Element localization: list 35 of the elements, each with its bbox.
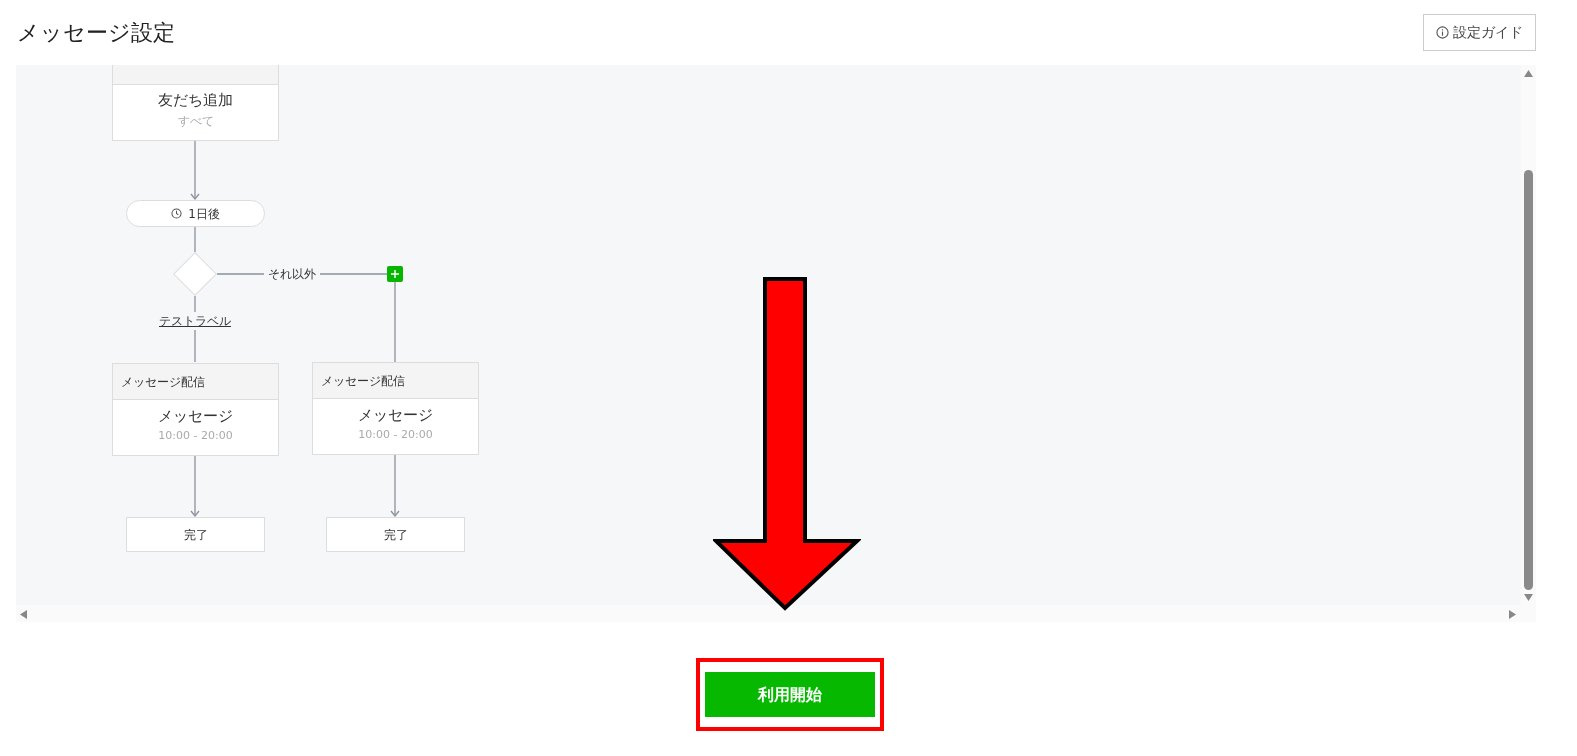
scroll-left-icon[interactable] <box>20 610 27 619</box>
page-title: メッセージ設定 <box>17 19 175 47</box>
connector-arrow <box>190 140 200 200</box>
guide-button[interactable]: 設定ガイド <box>1423 14 1536 51</box>
branch-label: それ以外 <box>264 266 320 282</box>
card-header: メッセージ配信 <box>321 372 405 390</box>
connector-line <box>194 329 196 363</box>
message-card[interactable]: メッセージ配信 メッセージ 10:00 - 20:00 <box>112 363 279 456</box>
card-subtitle: 10:00 - 20:00 <box>358 426 433 443</box>
horizontal-scrollbar[interactable] <box>16 605 1536 622</box>
add-button[interactable] <box>387 266 403 282</box>
scroll-down-icon[interactable] <box>1524 594 1533 601</box>
connector-arrow <box>390 454 400 517</box>
connector-arrow <box>190 455 200 517</box>
scroll-right-icon[interactable] <box>1509 610 1516 619</box>
card-title: メッセージ <box>158 406 233 427</box>
scroll-up-icon[interactable] <box>1524 70 1533 77</box>
card-subtitle: 10:00 - 20:00 <box>158 427 233 444</box>
wait-pill[interactable]: 1日後 <box>126 200 265 227</box>
clock-icon <box>171 208 183 219</box>
connector-line <box>194 295 196 313</box>
end-node[interactable]: 完了 <box>126 517 265 552</box>
end-node[interactable]: 完了 <box>326 517 465 552</box>
start-card[interactable]: 友だち追加 すべて <box>112 65 279 141</box>
card-title: メッセージ <box>358 405 433 426</box>
connector-line <box>194 226 196 253</box>
plus-icon <box>391 270 399 278</box>
condition-label-link[interactable]: テストラベル <box>157 313 233 329</box>
card-header: メッセージ配信 <box>121 373 205 391</box>
scrollbar-thumb[interactable] <box>1524 170 1533 590</box>
card-subtitle: すべて <box>177 112 214 130</box>
card-title: 友だち追加 <box>158 90 233 111</box>
info-icon <box>1436 26 1449 39</box>
message-card[interactable]: メッセージ配信 メッセージ 10:00 - 20:00 <box>312 362 479 455</box>
vertical-scrollbar[interactable] <box>1521 65 1536 605</box>
